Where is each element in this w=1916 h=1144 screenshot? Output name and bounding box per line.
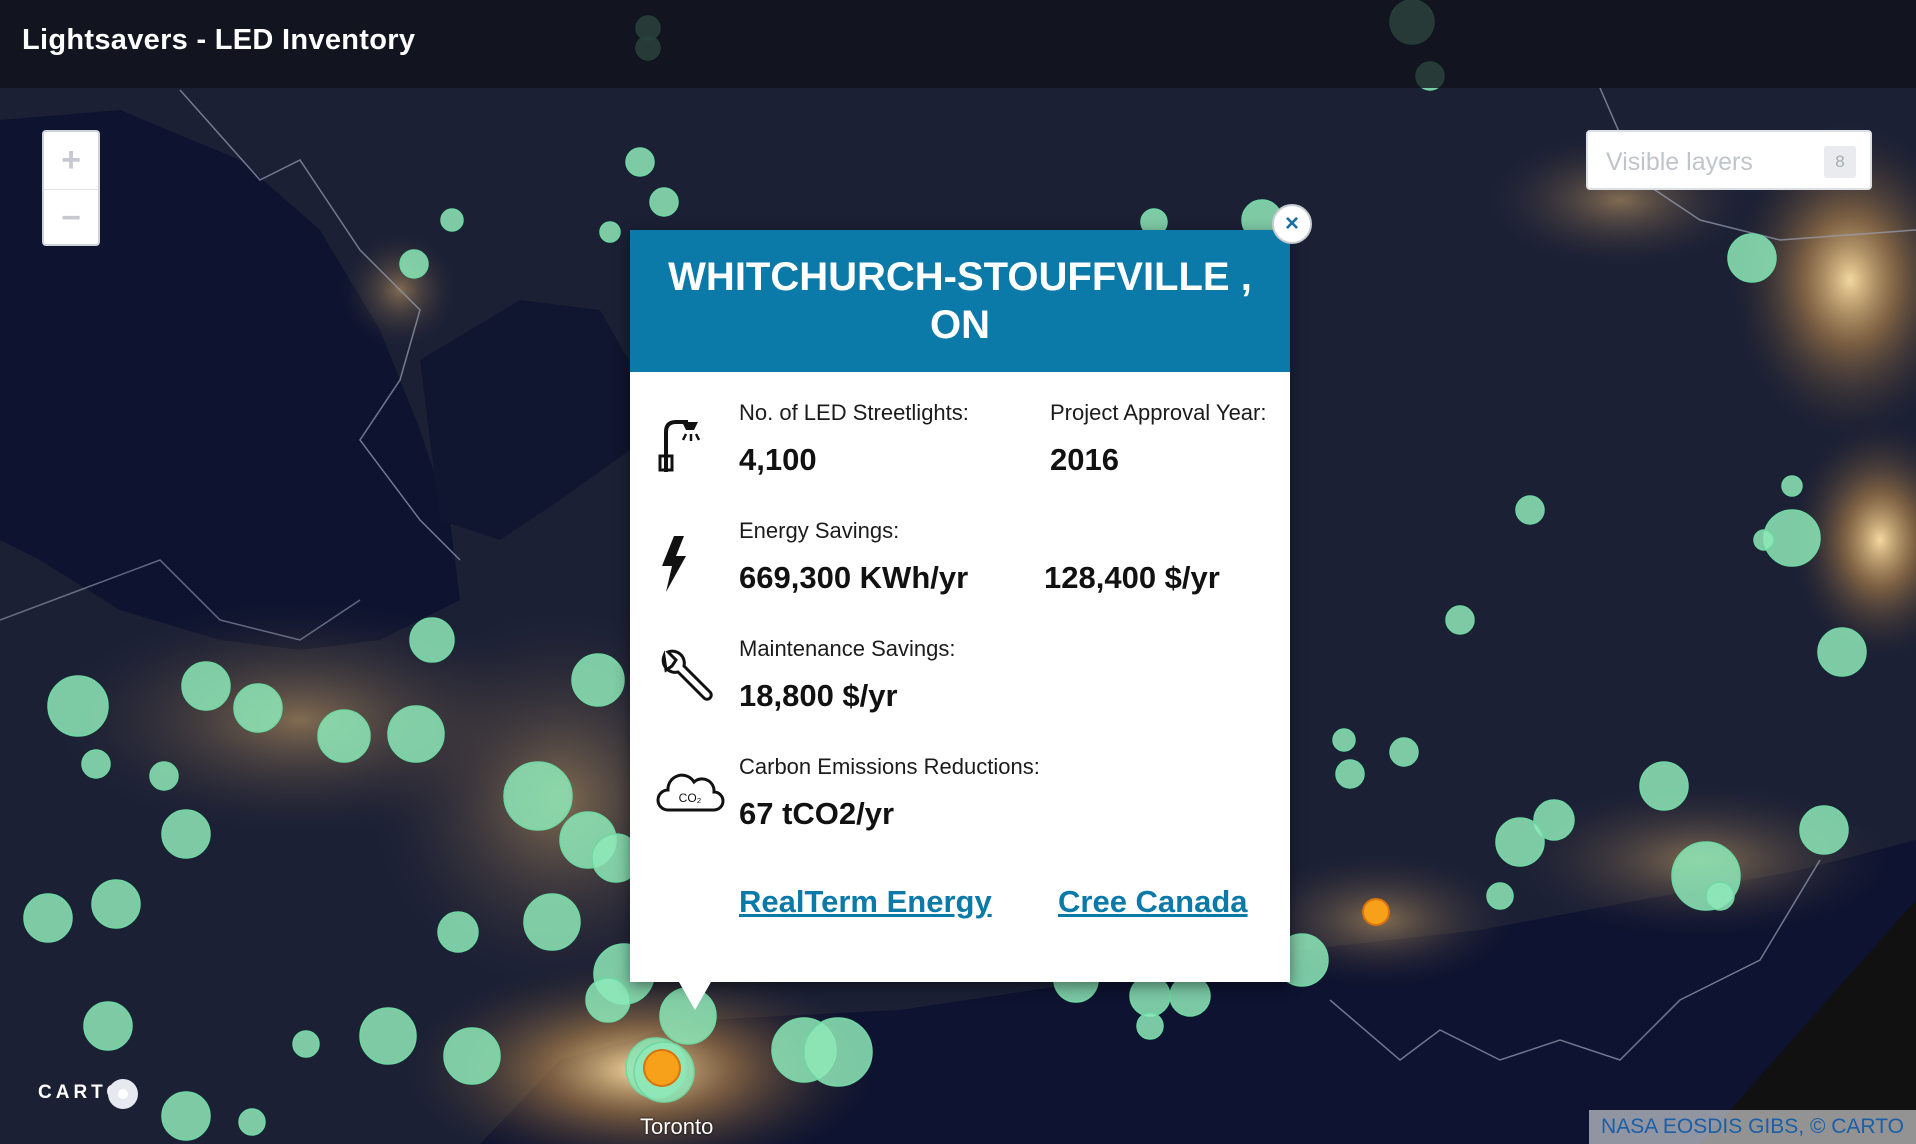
- map-marker[interactable]: [599, 221, 621, 243]
- carto-logo-dot-icon: [108, 1079, 138, 1109]
- map-marker-selected[interactable]: [643, 1049, 681, 1087]
- map-marker[interactable]: [443, 1027, 501, 1085]
- map-marker[interactable]: [233, 683, 283, 733]
- info-popup: WHITCHURCH-STOUFFVILLE , ON No. of LED S…: [630, 230, 1290, 982]
- visible-layers-dropdown[interactable]: Visible layers 8: [1586, 130, 1872, 190]
- map-marker[interactable]: [317, 709, 371, 763]
- map-marker[interactable]: [503, 761, 573, 831]
- close-icon[interactable]: ×: [1272, 204, 1312, 244]
- energy-savings-kwh: 669,300 KWh/yr: [739, 560, 969, 595]
- realterm-energy-link[interactable]: RealTerm Energy: [739, 884, 992, 920]
- energy-savings-dollars: 128,400 $/yr: [1044, 560, 1220, 595]
- map-marker[interactable]: [571, 653, 625, 707]
- map-marker[interactable]: [1486, 882, 1514, 910]
- map-marker[interactable]: [1753, 529, 1775, 551]
- co2-cloud-icon: CO₂: [656, 773, 725, 812]
- visible-layers-label: Visible layers: [1606, 148, 1753, 176]
- map-marker[interactable]: [149, 761, 179, 791]
- wrench-icon: [661, 649, 713, 701]
- map-marker[interactable]: [1335, 759, 1365, 789]
- map-marker[interactable]: [292, 1030, 320, 1058]
- map-marker[interactable]: [91, 879, 141, 929]
- map-marker[interactable]: [649, 187, 679, 217]
- cree-canada-link[interactable]: Cree Canada: [1058, 884, 1248, 920]
- map-marker[interactable]: [161, 809, 211, 859]
- map-marker[interactable]: [440, 208, 464, 232]
- approval-year-value: 2016: [1050, 442, 1119, 477]
- map-marker[interactable]: [1389, 737, 1419, 767]
- streetlight-icon: [658, 420, 701, 472]
- map-marker[interactable]: [238, 1108, 266, 1136]
- map-marker[interactable]: [803, 1017, 873, 1087]
- co2-icon-text: CO₂: [679, 791, 702, 805]
- map-marker[interactable]: [47, 675, 109, 737]
- header-bar: Lightsavers - LED Inventory: [0, 0, 1916, 88]
- map-marker[interactable]: [83, 1001, 133, 1051]
- map-marker[interactable]: [1781, 475, 1803, 497]
- map-marker[interactable]: [1515, 495, 1545, 525]
- map-marker[interactable]: [1817, 627, 1867, 677]
- carbon-reductions-label: Carbon Emissions Reductions:: [739, 754, 1040, 779]
- zoom-in-button[interactable]: +: [44, 132, 98, 189]
- map-marker[interactable]: [585, 977, 631, 1023]
- streetlights-value: 4,100: [739, 442, 817, 477]
- map-marker[interactable]: [359, 1007, 417, 1065]
- lightning-icon: [662, 536, 686, 592]
- visible-layers-count-badge: 8: [1824, 146, 1856, 178]
- map-marker[interactable]: [1129, 975, 1171, 1017]
- maintenance-savings-label: Maintenance Savings:: [739, 636, 956, 661]
- zoom-out-button[interactable]: −: [44, 189, 98, 247]
- map-marker[interactable]: [23, 893, 73, 943]
- app-title: Lightsavers - LED Inventory: [22, 24, 416, 56]
- map-marker[interactable]: [523, 893, 581, 951]
- map-marker[interactable]: [409, 617, 455, 663]
- map-label-toronto: Toronto: [640, 1114, 714, 1139]
- zoom-control: + −: [42, 130, 100, 246]
- map-marker[interactable]: [1799, 805, 1849, 855]
- map-marker[interactable]: [625, 147, 655, 177]
- map-marker[interactable]: [81, 749, 111, 779]
- popup-tip: [679, 982, 711, 1010]
- map-marker[interactable]: [1136, 1012, 1164, 1040]
- map-marker[interactable]: [1445, 605, 1475, 635]
- streetlights-label: No. of LED Streetlights:: [739, 400, 969, 425]
- map-marker[interactable]: [387, 705, 445, 763]
- map-marker[interactable]: [399, 249, 429, 279]
- maintenance-savings-value: 18,800 $/yr: [739, 678, 898, 713]
- map-marker[interactable]: [1727, 233, 1777, 283]
- map-marker[interactable]: [1639, 761, 1689, 811]
- map-marker[interactable]: [437, 911, 479, 953]
- glow-area: [40, 600, 560, 840]
- map-marker[interactable]: [1169, 975, 1211, 1017]
- map-marker[interactable]: [181, 661, 231, 711]
- map-marker-selected[interactable]: [1362, 898, 1390, 926]
- popup-title: WHITCHURCH-STOUFFVILLE , ON: [630, 230, 1290, 372]
- approval-year-label: Project Approval Year:: [1050, 400, 1267, 425]
- energy-savings-label: Energy Savings:: [739, 518, 900, 543]
- map-marker[interactable]: [1495, 817, 1545, 867]
- map-marker[interactable]: [161, 1091, 211, 1141]
- map-marker[interactable]: [1705, 881, 1735, 911]
- carbon-reductions-value: 67 tCO2/yr: [739, 796, 895, 831]
- map-marker[interactable]: [1332, 728, 1356, 752]
- attribution[interactable]: NASA EOSDIS GIBS, © CARTO: [1589, 1110, 1916, 1144]
